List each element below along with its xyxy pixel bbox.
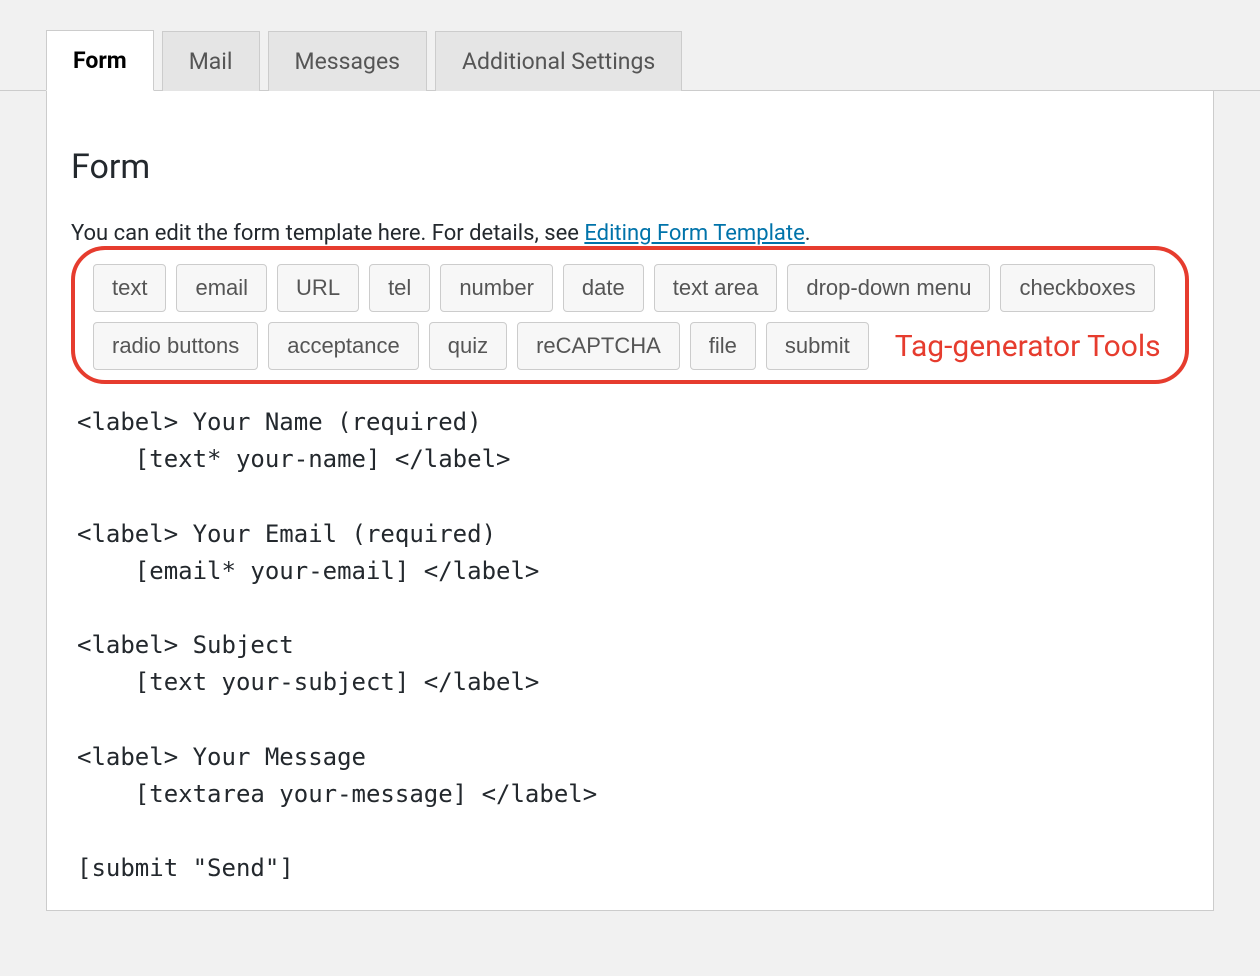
tag-btn-acceptance[interactable]: acceptance — [268, 322, 419, 370]
tag-btn-date[interactable]: date — [563, 264, 644, 312]
tag-btn-recaptcha[interactable]: reCAPTCHA — [517, 322, 680, 370]
tag-btn-email[interactable]: email — [176, 264, 267, 312]
link-editing-form-template[interactable]: Editing Form Template — [584, 221, 804, 246]
intro-pre: You can edit the form template here. For… — [71, 221, 584, 246]
tag-btn-tel[interactable]: tel — [369, 264, 430, 312]
form-template-textarea[interactable]: <label> Your Name (required) [text* your… — [71, 396, 1189, 895]
tag-btn-radio[interactable]: radio buttons — [93, 322, 258, 370]
intro-text: You can edit the form template here. For… — [71, 221, 1189, 246]
tag-btn-dropdown[interactable]: drop-down menu — [787, 264, 990, 312]
intro-post: . — [805, 221, 811, 246]
tab-messages[interactable]: Messages — [268, 31, 428, 91]
tag-btn-number[interactable]: number — [440, 264, 553, 312]
tag-generator-callout: text email URL tel number date text area… — [71, 246, 1189, 384]
tag-btn-file[interactable]: file — [690, 322, 756, 370]
tab-additional-settings[interactable]: Additional Settings — [435, 31, 682, 91]
tag-btn-url[interactable]: URL — [277, 264, 359, 312]
tag-btn-textarea[interactable]: text area — [654, 264, 778, 312]
tag-btn-text[interactable]: text — [93, 264, 166, 312]
tab-mail[interactable]: Mail — [162, 31, 260, 91]
tab-bar: Form Mail Messages Additional Settings — [0, 0, 1260, 91]
tab-form[interactable]: Form — [46, 30, 154, 91]
tag-btn-checkboxes[interactable]: checkboxes — [1000, 264, 1154, 312]
panel-form: Form You can edit the form template here… — [46, 91, 1214, 911]
tag-btn-quiz[interactable]: quiz — [429, 322, 507, 370]
section-title: Form — [71, 147, 1189, 187]
annotation-tag-tools: Tag-generator Tools — [895, 329, 1161, 364]
tag-btn-submit[interactable]: submit — [766, 322, 869, 370]
